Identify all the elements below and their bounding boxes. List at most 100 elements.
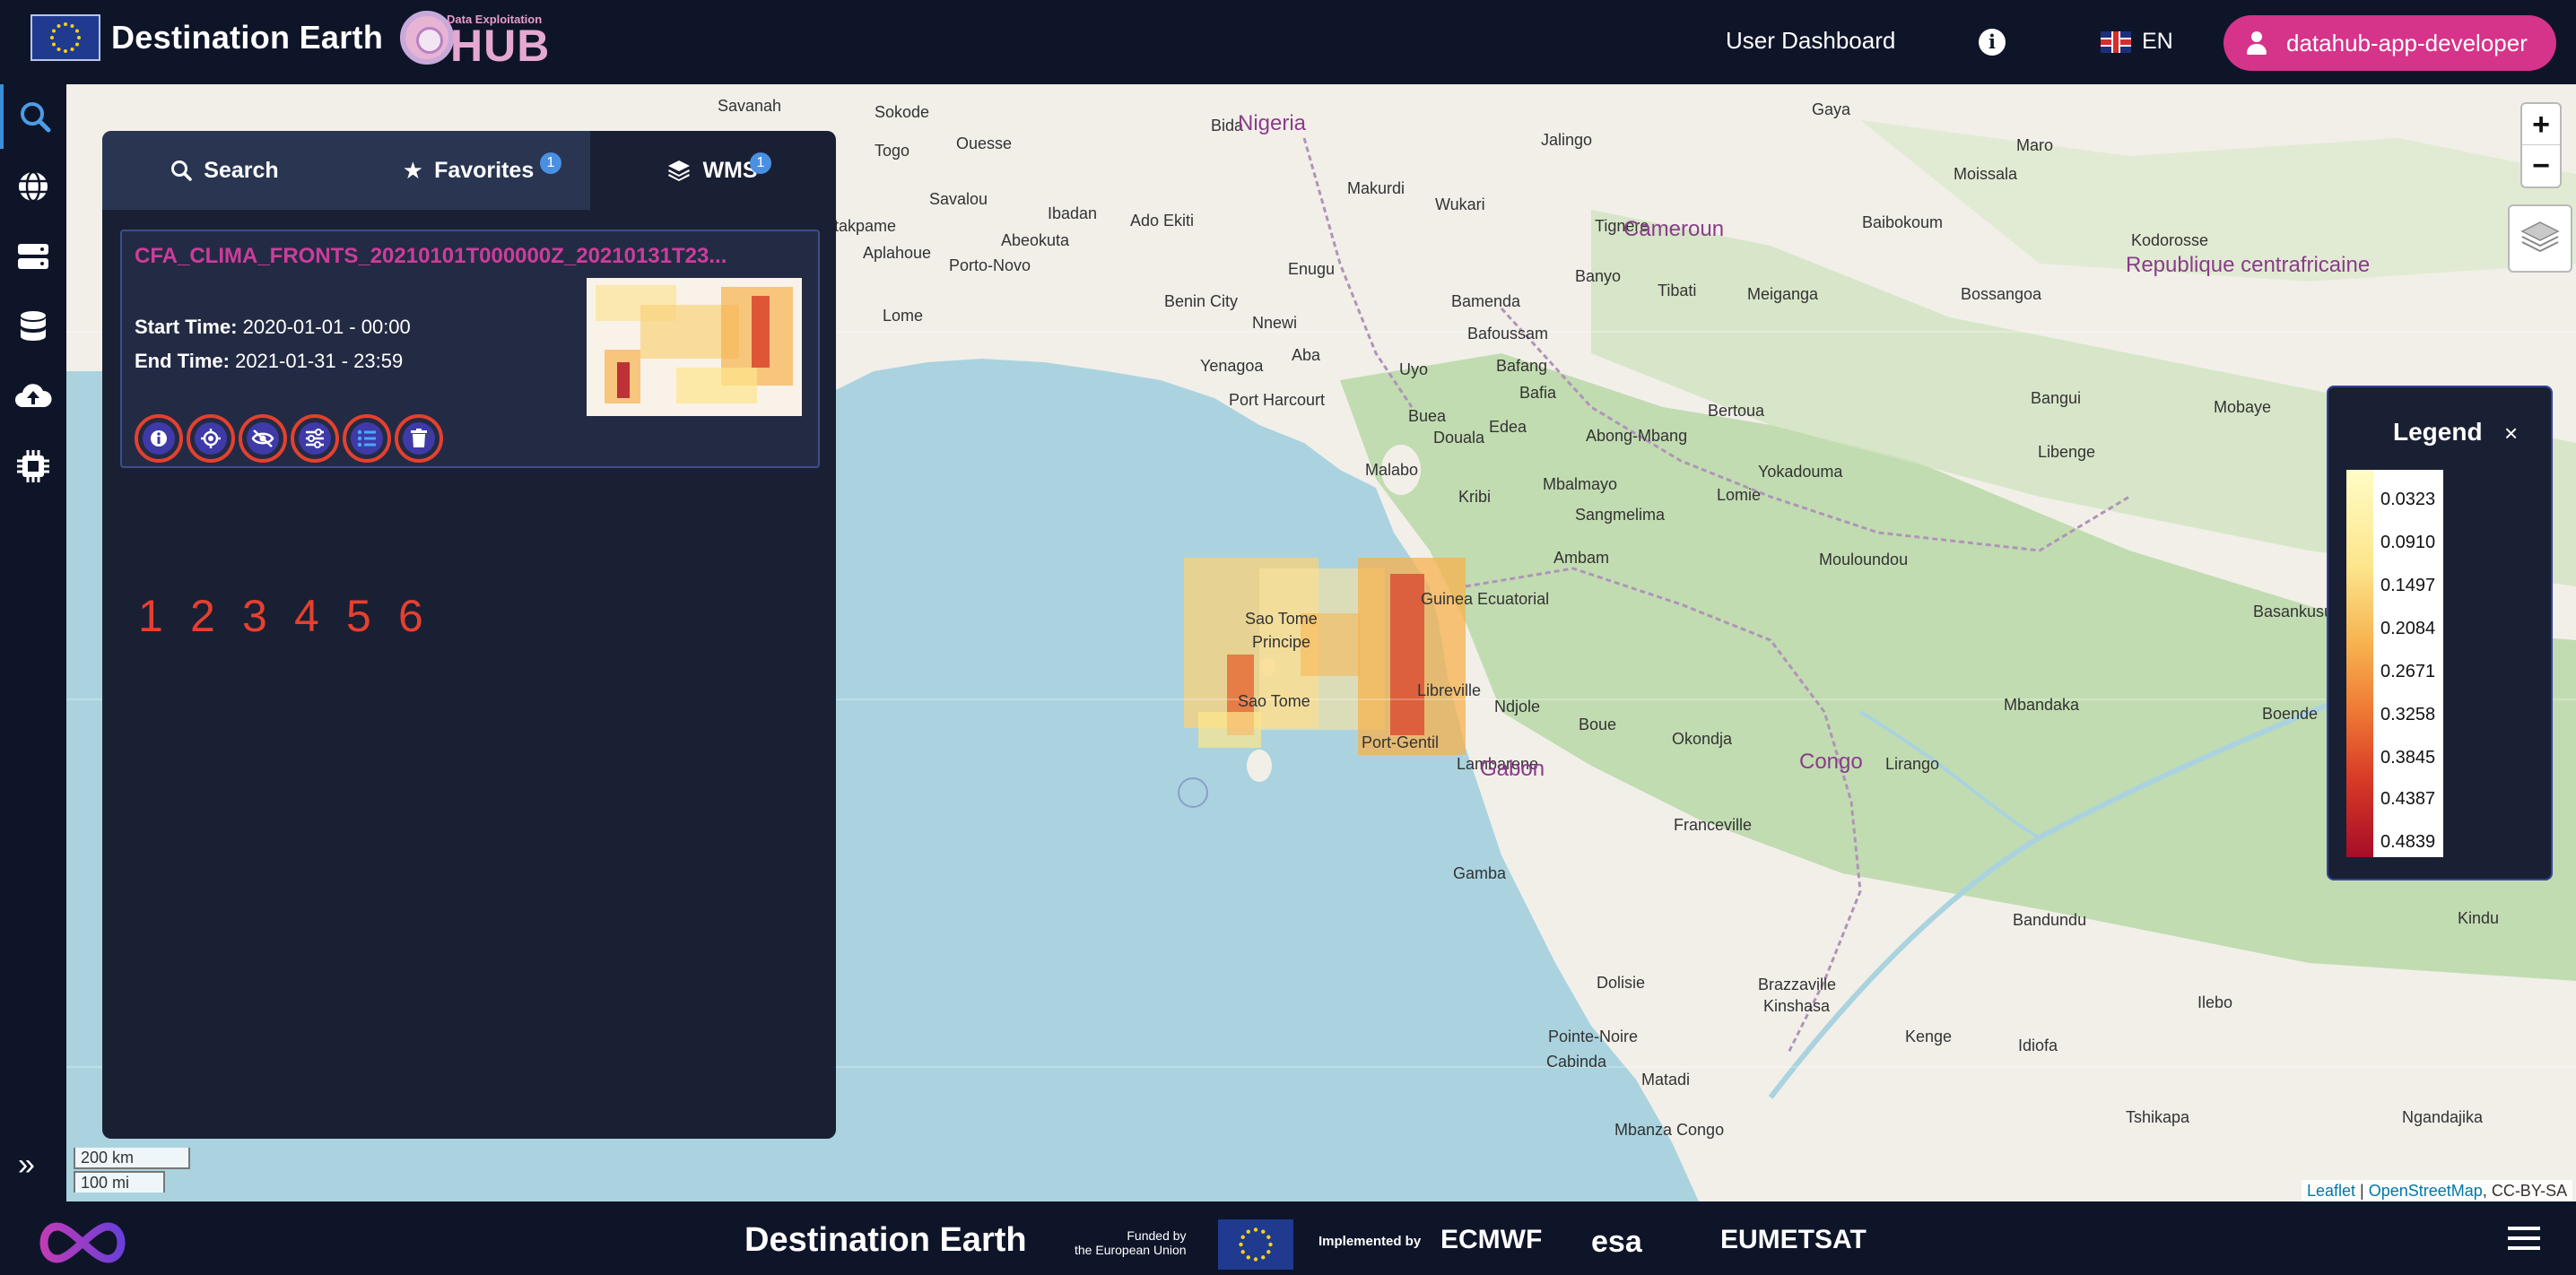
layer-list-button[interactable] <box>343 414 391 463</box>
basemap-layers-button[interactable] <box>2508 204 2572 273</box>
tab-favorites[interactable]: ★ Favorites 1 <box>346 131 590 210</box>
hamburger-menu-icon[interactable] <box>2508 1227 2540 1252</box>
map-city-label: Kenge <box>1905 1028 1953 1045</box>
expand-rail-icon[interactable]: » <box>18 1148 35 1183</box>
map-city-label: Malabo <box>1365 461 1419 479</box>
layer-locate-button[interactable] <box>187 414 235 463</box>
map-city-label: Ndjole <box>1494 698 1541 716</box>
map-city-label: Gaya <box>1812 100 1851 118</box>
tab-favorites-label: Favorites <box>434 157 535 183</box>
map-city-label: Meiganga <box>1747 285 1819 303</box>
legend-gradient <box>2346 470 2373 857</box>
funded-by: Funded by the European Union <box>1075 1228 1187 1257</box>
tab-wms[interactable]: WMS 1 <box>590 131 834 210</box>
attribution-separator: | <box>2355 1182 2369 1200</box>
annotation-3: 3 <box>242 591 267 641</box>
map-city-label: Sao Tome <box>1245 610 1318 628</box>
zoom-in-button[interactable]: + <box>2522 104 2560 145</box>
legend-title: Legend <box>2393 418 2483 446</box>
zoom-out-button[interactable]: − <box>2522 145 2560 186</box>
cloud-upload-icon <box>15 384 52 407</box>
tab-search-label: Search <box>204 157 279 183</box>
rail-globe[interactable] <box>0 154 66 219</box>
legend-close-icon[interactable]: × <box>2504 420 2518 447</box>
user-dashboard-link[interactable]: User Dashboard <box>1726 27 1895 55</box>
tab-search[interactable]: Search <box>102 131 346 210</box>
hub-logo[interactable]: Data Exploitation HUB <box>400 7 549 71</box>
info-icon[interactable]: i <box>1979 29 2006 56</box>
map-city-label: Ambam <box>1553 549 1610 567</box>
user-name: datahub-app-developer <box>2286 29 2528 56</box>
map-city-label: Lomie <box>1717 486 1762 504</box>
map-city-label: Mouloundou <box>1819 551 1909 568</box>
map-city-label: Boende <box>2262 705 2319 723</box>
eumetsat-logo[interactable]: EUMETSAT <box>1720 1225 1867 1255</box>
layer-thumbnail <box>587 278 802 416</box>
map-city-label: Sangmelima <box>1575 506 1666 524</box>
eu-flag-icon <box>1218 1219 1293 1270</box>
map-city-label: Bamenda <box>1451 292 1521 310</box>
search-panel: Search ★ Favorites 1 WMS 1 CFA_CLIMA_FRO… <box>102 131 836 1139</box>
globe-icon <box>19 170 48 203</box>
wms-layer-card[interactable]: CFA_CLIMA_FRONTS_20210101T000000Z_202101… <box>120 230 820 468</box>
map-city-label: Matadi <box>1641 1071 1691 1089</box>
infinity-logo-icon[interactable] <box>32 1218 133 1268</box>
favorites-badge: 1 <box>540 152 561 174</box>
ecmwf-logo[interactable]: ECMWF <box>1440 1225 1542 1255</box>
map-city-label: Ouesse <box>956 134 1013 152</box>
map-city-label: Idiofa <box>2018 1036 2058 1054</box>
brand[interactable]: Destination Earth <box>30 14 383 61</box>
map-city-label: Kindu <box>2458 909 2500 927</box>
leaflet-link[interactable]: Leaflet <box>2307 1182 2355 1200</box>
rail-search[interactable] <box>0 84 66 149</box>
map-city-label: Libreville <box>1417 681 1482 699</box>
legend-value: 0.2084 <box>2380 619 2436 638</box>
top-bar: Destination Earth Data Exploitation HUB … <box>0 0 2576 84</box>
map-city-label: Togo <box>875 142 910 160</box>
layer-title[interactable]: CFA_CLIMA_FRONTS_20210101T000000Z_202101… <box>135 244 727 269</box>
layer-actions <box>135 414 447 463</box>
legend-value: 0.3845 <box>2380 748 2436 768</box>
map-city-label: Douala <box>1433 429 1485 447</box>
rail-upload[interactable] <box>0 364 66 429</box>
rail-processing[interactable] <box>0 434 66 499</box>
footer: Destination Earth Funded by the European… <box>0 1201 2576 1275</box>
legend-value: 0.4839 <box>2380 832 2436 852</box>
end-time-value: 2021-01-31 - 23:59 <box>235 350 404 372</box>
user-menu-button[interactable]: datahub-app-developer <box>2224 15 2556 71</box>
map-city-label: Ilebo <box>2197 993 2233 1011</box>
layer-info-button[interactable] <box>135 414 183 463</box>
layer-delete-button[interactable] <box>395 414 443 463</box>
map-country-label: Congo <box>1799 750 1863 774</box>
map-city-label: Brazzaville <box>1758 976 1837 993</box>
legend-panel: Legend × 0.0323 0.0910 0.1497 0.2084 0.2… <box>2327 386 2553 880</box>
implemented-by: Implemented by <box>1318 1234 1422 1249</box>
map-city-label: Pointe-Noire <box>1548 1028 1639 1045</box>
map-city-label: Wukari <box>1435 195 1485 213</box>
legend-value: 0.4387 <box>2380 789 2436 809</box>
start-time-label: Start Time: <box>135 316 238 338</box>
layer-settings-button[interactable] <box>291 414 339 463</box>
map-city-label: Enugu <box>1288 260 1336 278</box>
layer-hide-button[interactable] <box>239 414 287 463</box>
map-city-label: Guinea Ecuatorial <box>1421 590 1550 608</box>
rail-servers[interactable] <box>0 224 66 289</box>
map-scale: 200 km 100 mi <box>74 1148 190 1194</box>
panel-tabs: Search ★ Favorites 1 WMS 1 <box>102 131 836 210</box>
map-city-label: Jalingo <box>1541 131 1593 149</box>
map-city-label: Yenagoa <box>1200 357 1264 375</box>
map-country-label: Cameroun <box>1623 217 1725 241</box>
map-city-label: Bafang <box>1496 357 1548 375</box>
rail-database[interactable] <box>0 294 66 359</box>
locate-icon <box>201 429 221 448</box>
map-city-label: Mbalmayo <box>1543 475 1618 493</box>
osm-link[interactable]: OpenStreetMap <box>2369 1182 2483 1200</box>
map-city-label: Basankusu <box>2253 603 2334 620</box>
language-selector[interactable]: EN <box>2101 29 2173 55</box>
map-city-label: Savanah <box>718 97 782 115</box>
database-icon <box>21 311 46 341</box>
esa-logo[interactable]: esa <box>1591 1225 1642 1260</box>
map-city-label: Libenge <box>2038 443 2096 461</box>
map-city-label: Nnewi <box>1252 314 1298 332</box>
map-country-label: Nigeria <box>1238 111 1307 135</box>
